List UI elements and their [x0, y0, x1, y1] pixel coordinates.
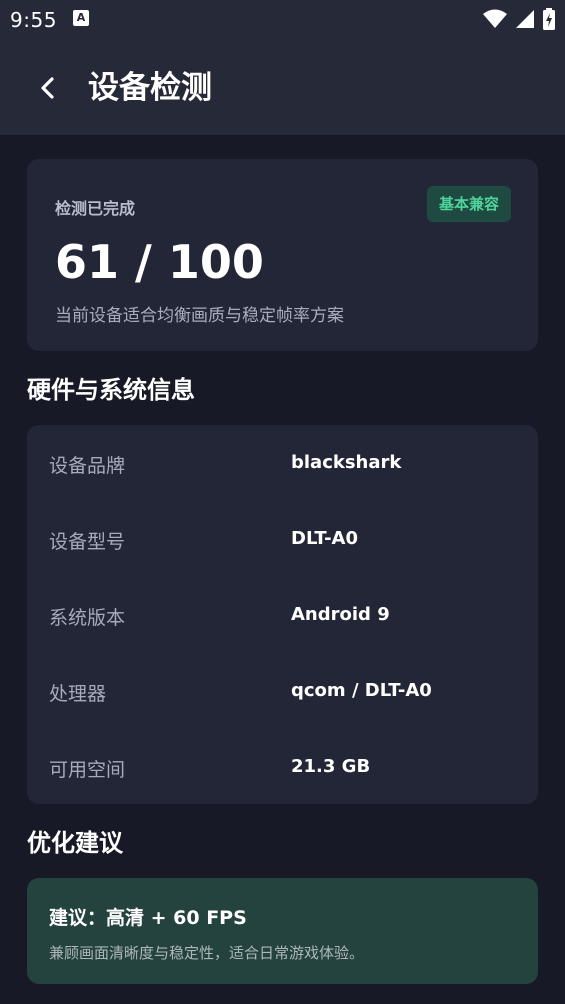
hardware-info-card: 设备品牌 blackshark 设备型号 DLT-A0 系统版本 Android… — [27, 425, 538, 804]
info-value: qcom / DLT-A0 — [291, 680, 432, 701]
status-icons — [483, 8, 555, 30]
info-value: Android 9 — [291, 604, 390, 625]
advice-description: 兼顾画面清晰度与稳定性，适合日常游戏体验。 — [49, 944, 365, 962]
info-row-model: 设备型号 DLT-A0 — [27, 501, 538, 577]
wifi-icon — [483, 9, 507, 28]
signal-icon — [516, 10, 534, 28]
info-key: 设备型号 — [49, 531, 126, 553]
advice-card: 建议：高清 + 60 FPS 兼顾画面清晰度与稳定性，适合日常游戏体验。 — [27, 878, 538, 984]
back-button[interactable] — [28, 68, 68, 108]
score-value: 61 / 100 — [55, 235, 264, 289]
info-row-storage: 可用空间 21.3 GB — [27, 729, 538, 805]
notification-icon: A — [73, 10, 89, 26]
info-key: 处理器 — [49, 683, 107, 705]
advice-title: 建议：高清 + 60 FPS — [49, 907, 247, 929]
info-row-os-version: 系统版本 Android 9 — [27, 577, 538, 653]
status-time: 9:55 — [10, 8, 57, 32]
info-row-processor: 处理器 qcom / DLT-A0 — [27, 653, 538, 729]
info-key: 设备品牌 — [49, 455, 126, 477]
info-value: blackshark — [291, 452, 402, 473]
page-title: 设备检测 — [88, 70, 212, 106]
chevron-left-icon — [41, 77, 54, 99]
optimization-section-title: 优化建议 — [27, 829, 123, 857]
info-value: 21.3 GB — [291, 756, 371, 777]
info-key: 系统版本 — [49, 607, 126, 629]
score-card: 检测已完成 基本兼容 61 / 100 当前设备适合均衡画质与稳定帧率方案 — [27, 159, 538, 351]
compatibility-badge: 基本兼容 — [426, 186, 511, 222]
score-label: 检测已完成 — [55, 199, 136, 218]
info-row-brand: 设备品牌 blackshark — [27, 425, 538, 501]
score-description: 当前设备适合均衡画质与稳定帧率方案 — [55, 306, 344, 326]
battery-charging-icon — [543, 8, 555, 30]
hardware-section-title: 硬件与系统信息 — [27, 376, 195, 404]
info-key: 可用空间 — [49, 759, 126, 781]
info-value: DLT-A0 — [291, 528, 358, 549]
app-bar: 设备检测 — [0, 40, 565, 135]
status-bar: 9:55 A — [0, 0, 565, 40]
